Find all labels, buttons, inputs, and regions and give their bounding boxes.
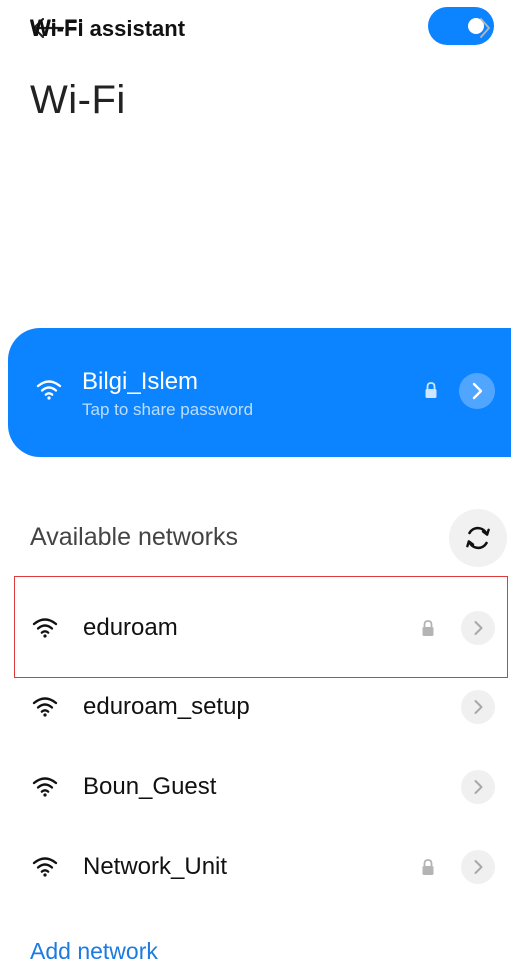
network-details-button[interactable]: [461, 850, 495, 884]
network-name: eduroam_setup: [83, 693, 250, 720]
wifi-signal-icon: [32, 777, 58, 797]
network-row-eduroam[interactable]: eduroam: [0, 596, 511, 660]
network-row-eduroam-setup[interactable]: eduroam_setup: [0, 675, 511, 739]
wifi-assistant-label: Wi-Fi assistant: [30, 16, 186, 41]
wifi-signal-icon: [32, 857, 58, 877]
chevron-right-icon: [480, 18, 490, 38]
network-details-button[interactable]: [461, 770, 495, 804]
add-network-link[interactable]: Add network: [30, 938, 158, 965]
connected-network-card[interactable]: Bilgi_Islem Tap to share password: [8, 328, 511, 457]
network-row-boun-guest[interactable]: Boun_Guest: [0, 755, 511, 819]
connected-network-details-button[interactable]: [459, 373, 495, 409]
connected-network-subtitle: Tap to share password: [82, 400, 254, 419]
wifi-signal-icon: [32, 618, 58, 638]
chevron-right-icon: [474, 780, 483, 794]
network-details-button[interactable]: [461, 611, 495, 645]
lock-icon: [422, 859, 434, 875]
chevron-right-icon: [474, 621, 483, 635]
chevron-right-icon: [474, 860, 483, 874]
lock-icon: [422, 620, 434, 636]
network-details-button[interactable]: [461, 690, 495, 724]
network-name: eduroam: [83, 614, 178, 641]
connected-network-name: Bilgi_Islem: [82, 368, 199, 395]
lock-icon: [425, 382, 437, 398]
refresh-icon: [466, 526, 490, 550]
available-networks-header: Available networks: [30, 523, 238, 551]
wifi-signal-icon: [36, 380, 62, 400]
chevron-right-icon: [472, 382, 483, 400]
wifi-signal-icon: [32, 697, 58, 717]
page-title: Wi-Fi: [30, 78, 126, 122]
network-row-network-unit[interactable]: Network_Unit: [0, 835, 511, 899]
chevron-right-icon: [474, 700, 483, 714]
network-name: Network_Unit: [83, 853, 228, 880]
refresh-button[interactable]: [449, 509, 507, 567]
network-name: Boun_Guest: [83, 773, 217, 800]
